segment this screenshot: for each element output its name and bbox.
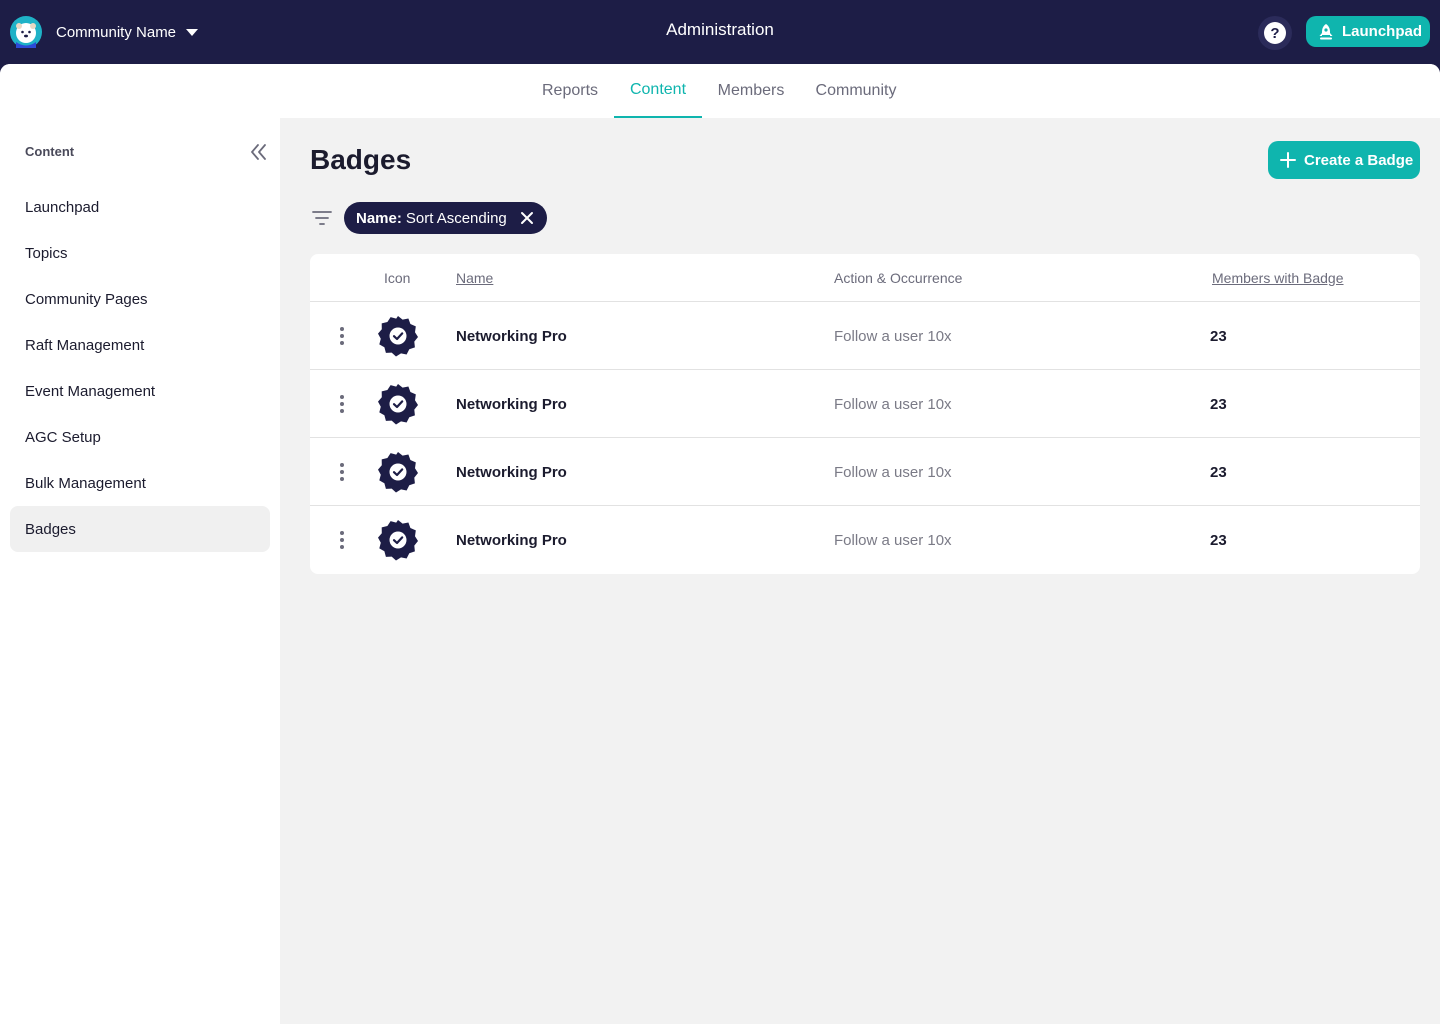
column-header-members[interactable]: Members with Badge [1212, 270, 1344, 286]
table-row: Networking Pro Follow a user 10x 23 [310, 370, 1420, 438]
sidebar-item-raft-management[interactable]: Raft Management [10, 322, 270, 368]
launchpad-button[interactable]: Launchpad [1306, 16, 1430, 47]
sidebar-item-bulk-management[interactable]: Bulk Management [10, 460, 270, 506]
collapse-sidebar-icon[interactable] [246, 140, 270, 164]
admin-tabs: Reports Content Members Community [0, 64, 1440, 118]
filter-chip-value: Sort Ascending [405, 209, 507, 227]
sidebar-item-launchpad[interactable]: Launchpad [10, 184, 270, 230]
badge-name: Networking Pro [456, 396, 567, 413]
caret-down-icon [186, 28, 199, 36]
badge-member-count: 23 [1210, 532, 1227, 549]
badges-table: Icon Name Action & Occurrence Members wi… [310, 254, 1420, 574]
column-header-icon: Icon [384, 270, 411, 286]
badge-check-icon [378, 452, 418, 493]
badge-name: Networking Pro [456, 532, 567, 549]
badge-member-count: 23 [1210, 396, 1227, 413]
badge-check-icon [378, 384, 418, 425]
column-header-name[interactable]: Name [456, 270, 493, 286]
main-content: Badges Create a Badge Name: Sort Ascendi… [280, 118, 1440, 1024]
table-row: Networking Pro Follow a user 10x 23 [310, 302, 1420, 370]
row-menu-icon[interactable] [332, 392, 352, 416]
badge-action: Follow a user 10x [834, 328, 952, 345]
rocket-icon [1319, 23, 1333, 39]
badge-check-icon [378, 316, 418, 357]
column-header-action: Action & Occurrence [834, 270, 963, 286]
sidebar-title: Content [25, 144, 75, 159]
filter-chip-key: Name: [356, 209, 402, 227]
badge-action: Follow a user 10x [834, 464, 952, 481]
badge-check-icon [378, 520, 418, 561]
launchpad-label: Launchpad [1342, 23, 1423, 40]
sidebar-item-agc-setup[interactable]: AGC Setup [10, 414, 270, 460]
sidebar: Content Launchpad Topics Community Pages… [0, 118, 280, 1024]
sidebar-item-event-management[interactable]: Event Management [10, 368, 270, 414]
badge-action: Follow a user 10x [834, 396, 952, 413]
sidebar-item-badges[interactable]: Badges [10, 506, 270, 552]
table-header: Icon Name Action & Occurrence Members wi… [310, 254, 1420, 302]
community-logo-icon[interactable] [10, 16, 42, 48]
create-badge-label: Create a Badge [1304, 151, 1414, 169]
sidebar-item-topics[interactable]: Topics [10, 230, 270, 276]
tab-reports[interactable]: Reports [527, 64, 613, 118]
badge-member-count: 23 [1210, 464, 1227, 481]
filter-chip: Name: Sort Ascending [344, 202, 547, 234]
badge-action: Follow a user 10x [834, 532, 952, 549]
admin-shell: Reports Content Members Community Conten… [0, 64, 1440, 1024]
table-row: Networking Pro Follow a user 10x 23 [310, 506, 1420, 574]
help-button[interactable]: ? [1258, 16, 1292, 50]
community-selector[interactable]: Community Name [56, 20, 199, 44]
plus-icon [1280, 152, 1296, 168]
badge-name: Networking Pro [456, 328, 567, 345]
row-menu-icon[interactable] [332, 528, 352, 552]
table-row: Networking Pro Follow a user 10x 23 [310, 438, 1420, 506]
filter-icon[interactable] [310, 206, 334, 230]
question-mark-icon: ? [1264, 22, 1286, 44]
top-bar: Community Name Administration ? Launchpa… [0, 0, 1440, 64]
row-menu-icon[interactable] [332, 324, 352, 348]
tab-community[interactable]: Community [800, 64, 912, 118]
row-menu-icon[interactable] [332, 460, 352, 484]
badge-name: Networking Pro [456, 464, 567, 481]
page-header-title: Administration [666, 20, 774, 39]
tab-content[interactable]: Content [614, 64, 702, 118]
sidebar-item-community-pages[interactable]: Community Pages [10, 276, 270, 322]
create-badge-button[interactable]: Create a Badge [1268, 141, 1420, 179]
community-name: Community Name [56, 23, 177, 41]
page-title: Badges [310, 144, 412, 175]
tab-members[interactable]: Members [703, 64, 799, 118]
close-icon[interactable] [519, 210, 535, 226]
badge-member-count: 23 [1210, 328, 1227, 345]
